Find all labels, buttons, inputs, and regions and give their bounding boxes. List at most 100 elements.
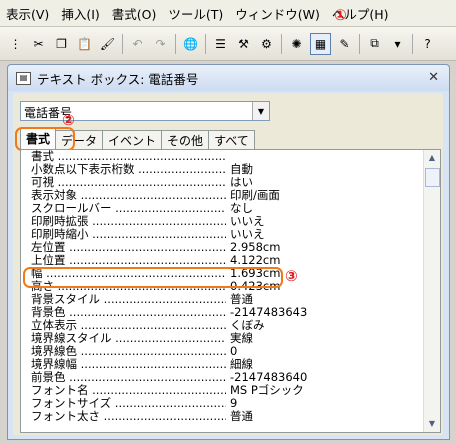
- property-value[interactable]: -2147483640: [228, 371, 308, 383]
- property-value[interactable]: くぼみ: [228, 319, 265, 331]
- property-name: 表示対象: [31, 189, 226, 201]
- help-icon[interactable]: ?: [418, 34, 437, 54]
- property-row[interactable]: フォント太さ普通: [21, 410, 424, 422]
- code-icon[interactable]: ⚙: [257, 34, 276, 54]
- property-value[interactable]: いいえ: [228, 215, 265, 227]
- menu-insert[interactable]: 挿入(I): [55, 4, 105, 23]
- new-object-icon[interactable]: ✎: [335, 34, 354, 54]
- property-row[interactable]: 立体表示くぼみ: [21, 319, 424, 331]
- property-name: 境界線色: [31, 345, 226, 357]
- window-icon[interactable]: ⧉: [365, 34, 384, 54]
- menu-tools[interactable]: ツール(T): [162, 4, 229, 23]
- property-name: 小数点以下表示桁数: [31, 163, 226, 175]
- property-row[interactable]: フォントサイズ9: [21, 397, 424, 409]
- property-value[interactable]: 普通: [228, 293, 253, 305]
- cut-icon[interactable]: ✂: [29, 34, 48, 54]
- scroll-thumb[interactable]: [425, 168, 440, 187]
- properties-icon[interactable]: ▦: [310, 32, 331, 55]
- undo-icon[interactable]: ↶: [128, 34, 147, 54]
- property-value[interactable]: 印刷/画面: [228, 189, 280, 201]
- property-row[interactable]: 境界線スタイル実線: [21, 332, 424, 344]
- vertical-scrollbar[interactable]: ▲ ▼: [423, 150, 440, 432]
- property-row[interactable]: 前景色-2147483640: [21, 371, 424, 383]
- object-selector[interactable]: 電話番号 ▼: [20, 101, 270, 121]
- property-value[interactable]: はい: [228, 176, 253, 188]
- property-row[interactable]: 印刷時縮小いいえ: [21, 228, 424, 240]
- toolbar-separator: [122, 33, 123, 54]
- property-name: フォント名: [31, 384, 226, 396]
- property-row[interactable]: 背景スタイル普通: [21, 293, 424, 305]
- window-title: テキスト ボックス: 電話番号: [37, 71, 199, 87]
- toolbar-separator: [175, 33, 176, 54]
- annotation-3: ③: [285, 267, 298, 285]
- property-name: フォント太さ: [31, 410, 226, 422]
- property-row[interactable]: 境界線幅細線: [21, 358, 424, 370]
- tab-other[interactable]: その他: [161, 130, 210, 149]
- close-icon[interactable]: ✕: [428, 70, 439, 85]
- autoformat-icon[interactable]: ✺: [287, 34, 306, 54]
- hide-ducks-icon[interactable]: ⋮: [6, 34, 25, 54]
- paste-icon[interactable]: 📋: [75, 34, 94, 54]
- property-value[interactable]: 細線: [228, 358, 253, 370]
- property-row[interactable]: フォント名MS Pゴシック: [21, 384, 424, 396]
- property-row[interactable]: 境界線色0: [21, 345, 424, 357]
- property-row[interactable]: 左位置2.958cm: [21, 241, 424, 253]
- property-name: スクロールバー: [31, 202, 226, 214]
- annotation-1: ①: [334, 6, 347, 24]
- property-name: 上位置: [31, 254, 226, 266]
- property-name: 書式: [31, 150, 226, 162]
- menu-view[interactable]: 表示(V): [0, 4, 55, 23]
- property-value[interactable]: 0: [228, 345, 238, 357]
- property-row[interactable]: スクロールバーなし: [21, 202, 424, 214]
- chevron-down-icon[interactable]: ▼: [252, 102, 269, 120]
- property-name: 立体表示: [31, 319, 226, 331]
- property-value[interactable]: 9: [228, 397, 238, 409]
- build-icon[interactable]: ⚒: [234, 34, 253, 54]
- property-row[interactable]: 書式: [21, 150, 424, 162]
- property-row[interactable]: 小数点以下表示桁数自動: [21, 163, 424, 175]
- menu-format[interactable]: 書式(O): [106, 4, 163, 23]
- property-row[interactable]: 可視はい: [21, 176, 424, 188]
- property-name: 境界線幅: [31, 358, 226, 370]
- property-name: 左位置: [31, 241, 226, 253]
- tab-all[interactable]: すべて: [208, 130, 255, 149]
- menu-window[interactable]: ウィンドウ(W): [229, 4, 326, 23]
- property-value[interactable]: 2.958cm: [228, 241, 281, 253]
- toolbar-separator: [205, 33, 206, 54]
- property-row[interactable]: 上位置4.122cm: [21, 254, 424, 266]
- property-value[interactable]: -2147483643: [228, 306, 308, 318]
- property-value[interactable]: 普通: [228, 410, 253, 422]
- redo-icon[interactable]: ↷: [151, 34, 170, 54]
- hyperlink-icon[interactable]: 🌐: [181, 34, 200, 54]
- field-list-icon[interactable]: ☰: [211, 34, 230, 54]
- window-titlebar[interactable]: ▤ テキスト ボックス: 電話番号 ✕: [8, 65, 449, 91]
- property-sheet-window: ▤ テキスト ボックス: 電話番号 ✕ 電話番号 ▼ ② 書式 データ イベント…: [7, 64, 450, 440]
- property-value[interactable]: 自動: [228, 163, 253, 175]
- property-value[interactable]: MS Pゴシック: [228, 384, 304, 396]
- property-row[interactable]: 背景色-2147483643: [21, 306, 424, 318]
- tab-event[interactable]: イベント: [102, 130, 163, 149]
- property-name: 印刷時拡張: [31, 215, 226, 227]
- property-value[interactable]: いいえ: [228, 228, 265, 240]
- property-name: 背景スタイル: [31, 293, 226, 305]
- property-row[interactable]: 表示対象印刷/画面: [21, 189, 424, 201]
- format-tab-highlight: [15, 127, 75, 151]
- format-painter-icon[interactable]: 🖌: [98, 34, 117, 54]
- property-name: フォントサイズ: [31, 397, 226, 409]
- toolbar-separator: [412, 33, 413, 54]
- toolbar-separator: [359, 33, 360, 54]
- menu-bar: 表示(V) 挿入(I) 書式(O) ツール(T) ウィンドウ(W) ヘルプ(H): [0, 0, 456, 27]
- property-value[interactable]: 実線: [228, 332, 253, 344]
- scroll-up-icon[interactable]: ▲: [424, 150, 440, 166]
- new-object-dropdown-icon[interactable]: ▾: [388, 34, 407, 54]
- property-value[interactable]: 4.122cm: [228, 254, 281, 266]
- property-value[interactable]: なし: [228, 202, 253, 214]
- property-grid: ▲ ▼ 書式小数点以下表示桁数自動可視はい表示対象印刷/画面スクロールバーなし印…: [20, 149, 441, 433]
- property-name: 可視: [31, 176, 226, 188]
- copy-icon[interactable]: ❐: [52, 34, 71, 54]
- property-name: 境界線スタイル: [31, 332, 226, 344]
- property-row[interactable]: 印刷時拡張いいえ: [21, 215, 424, 227]
- width-row-highlight: [23, 267, 283, 288]
- scroll-down-icon[interactable]: ▼: [424, 416, 440, 432]
- property-name: 印刷時縮小: [31, 228, 226, 240]
